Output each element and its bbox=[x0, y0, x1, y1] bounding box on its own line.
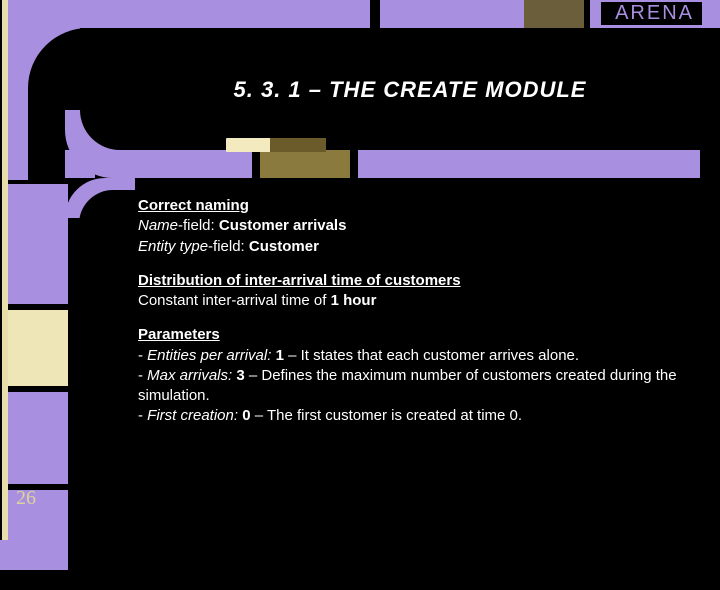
param-label: First creation: bbox=[147, 407, 238, 424]
field-value: Customer arrivals bbox=[219, 217, 347, 234]
midbar-join bbox=[65, 150, 95, 178]
left-rail-thin bbox=[2, 0, 8, 540]
slide-content: Correct naming Name-field: Customer arri… bbox=[138, 196, 692, 526]
section-heading: Distribution of inter-arrival time of cu… bbox=[138, 272, 461, 289]
param-value: 0 bbox=[242, 407, 250, 424]
section-heading: Correct naming bbox=[138, 197, 249, 214]
page-number: 26 bbox=[16, 487, 36, 510]
field-suffix: -field: bbox=[178, 217, 219, 234]
field-value: Customer bbox=[249, 238, 319, 255]
topbar-accent bbox=[524, 0, 584, 28]
left-rail-edge bbox=[0, 0, 2, 540]
midbar-accent bbox=[260, 150, 350, 178]
param-desc: – The first customer is created at time … bbox=[251, 407, 523, 424]
section-distribution: Distribution of inter-arrival time of cu… bbox=[138, 271, 692, 312]
slide-title-box: 5. 3. 1 – THE CREATE MODULE bbox=[140, 60, 680, 120]
lcars-frame: ARENA 5. 3. 1 – THE CREATE MODULE Correc… bbox=[0, 0, 720, 540]
param-label: Entities per arrival: bbox=[147, 347, 271, 364]
slide-title: 5. 3. 1 – THE CREATE MODULE bbox=[234, 77, 587, 103]
section-naming: Correct naming Name-field: Customer arri… bbox=[138, 196, 692, 257]
param-label: Max arrivals: bbox=[147, 367, 232, 384]
section-parameters: Parameters - Entities per arrival: 1 – I… bbox=[138, 325, 692, 426]
section-heading: Parameters bbox=[138, 326, 220, 343]
mid-tab-dark bbox=[270, 138, 326, 152]
midbar-gap bbox=[252, 150, 260, 178]
topbar-gap bbox=[584, 0, 590, 28]
dist-text: Constant inter-arrival time of bbox=[138, 292, 331, 309]
left-seg bbox=[0, 184, 68, 304]
midbar bbox=[120, 150, 720, 178]
param-value: 1 bbox=[276, 347, 284, 364]
left-seg bbox=[0, 392, 68, 484]
param-value: 3 bbox=[236, 367, 244, 384]
left-seg-accent bbox=[0, 310, 68, 386]
field-suffix: -field: bbox=[208, 238, 249, 255]
param-desc: – It states that each customer arrives a… bbox=[284, 347, 579, 364]
dist-value: 1 hour bbox=[331, 292, 377, 309]
midbar-gap bbox=[700, 150, 720, 178]
brand-title: ARENA bbox=[601, 2, 702, 25]
midbar-gap bbox=[350, 150, 358, 178]
topbar-gap bbox=[370, 0, 380, 28]
field-label: Entity type bbox=[138, 238, 208, 255]
field-label: Name bbox=[138, 217, 178, 234]
